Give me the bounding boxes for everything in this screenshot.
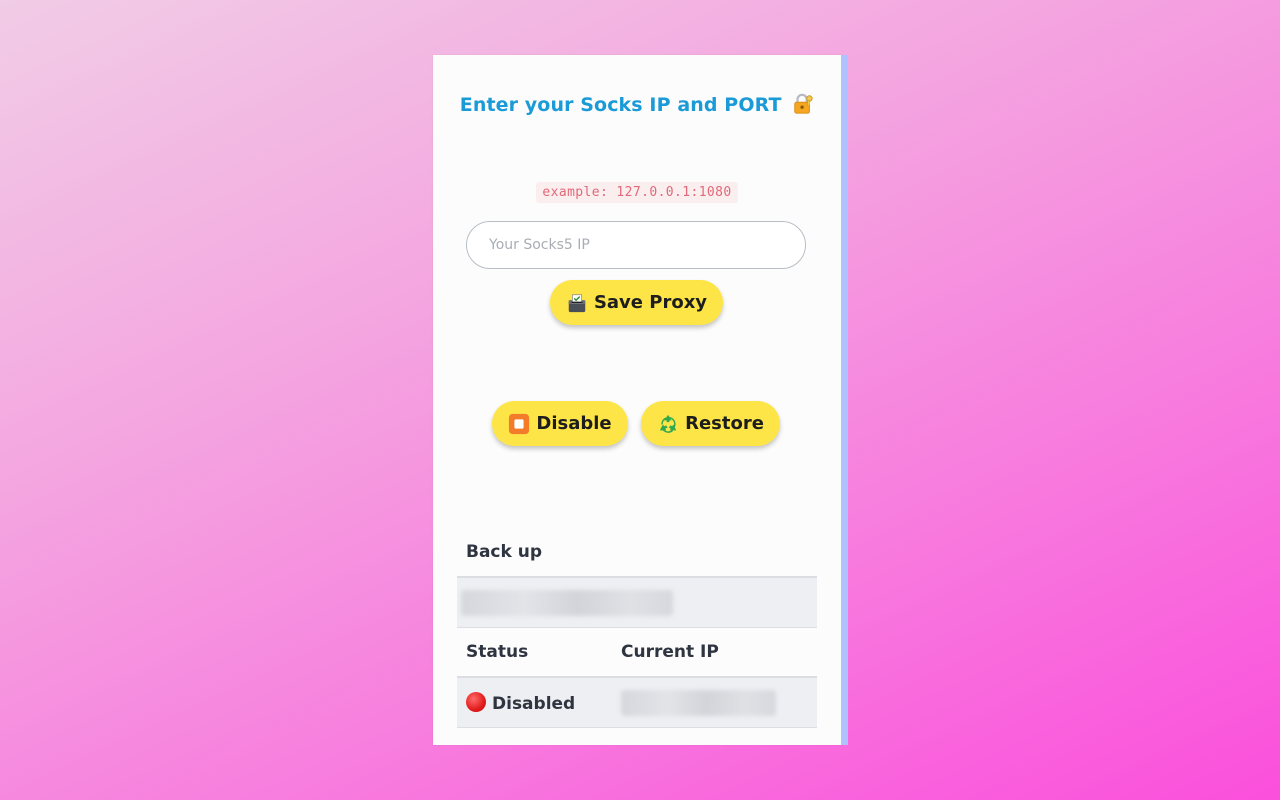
backup-value-row (457, 578, 817, 628)
popup-title-text: Enter your Socks IP and PORT (459, 94, 782, 116)
stop-button-icon (509, 413, 530, 434)
status-column-header: Status (466, 642, 529, 662)
status-header-row: Status Current IP (457, 628, 817, 678)
extension-popup: Enter your Socks IP and PORT example: 12… (433, 55, 841, 745)
current-ip-redacted (621, 689, 776, 716)
current-ip-cell (612, 689, 817, 716)
save-proxy-button[interactable]: Save Proxy (550, 280, 723, 325)
popup-scrollbar[interactable] (841, 55, 848, 745)
current-ip-column-header: Current IP (621, 642, 719, 662)
recycle-icon (659, 414, 677, 433)
save-proxy-label: Save Proxy (593, 292, 708, 313)
restore-label: Restore (685, 413, 764, 434)
example-hint: example: 127.0.0.1:1080 (433, 181, 841, 203)
backup-header-row: Back up (457, 528, 817, 578)
disable-label: Disable (536, 413, 612, 434)
status-cell: Disabled (457, 691, 612, 714)
red-circle-icon (466, 691, 486, 712)
status-row: Disabled (457, 678, 817, 728)
ballot-box-icon (568, 293, 586, 312)
status-label: Disabled (492, 693, 576, 714)
socks-ip-input[interactable] (466, 221, 806, 269)
popup-title: Enter your Socks IP and PORT (433, 93, 841, 116)
disable-button[interactable]: Disable (492, 401, 628, 446)
lock-with-key-icon (794, 93, 813, 114)
info-table: Back up Status Current IP Disabled (457, 528, 817, 728)
backup-header: Back up (466, 542, 543, 562)
backup-value-redacted (461, 589, 673, 616)
example-hint-code: example: 127.0.0.1:1080 (536, 182, 738, 203)
restore-button[interactable]: Restore (641, 401, 780, 446)
